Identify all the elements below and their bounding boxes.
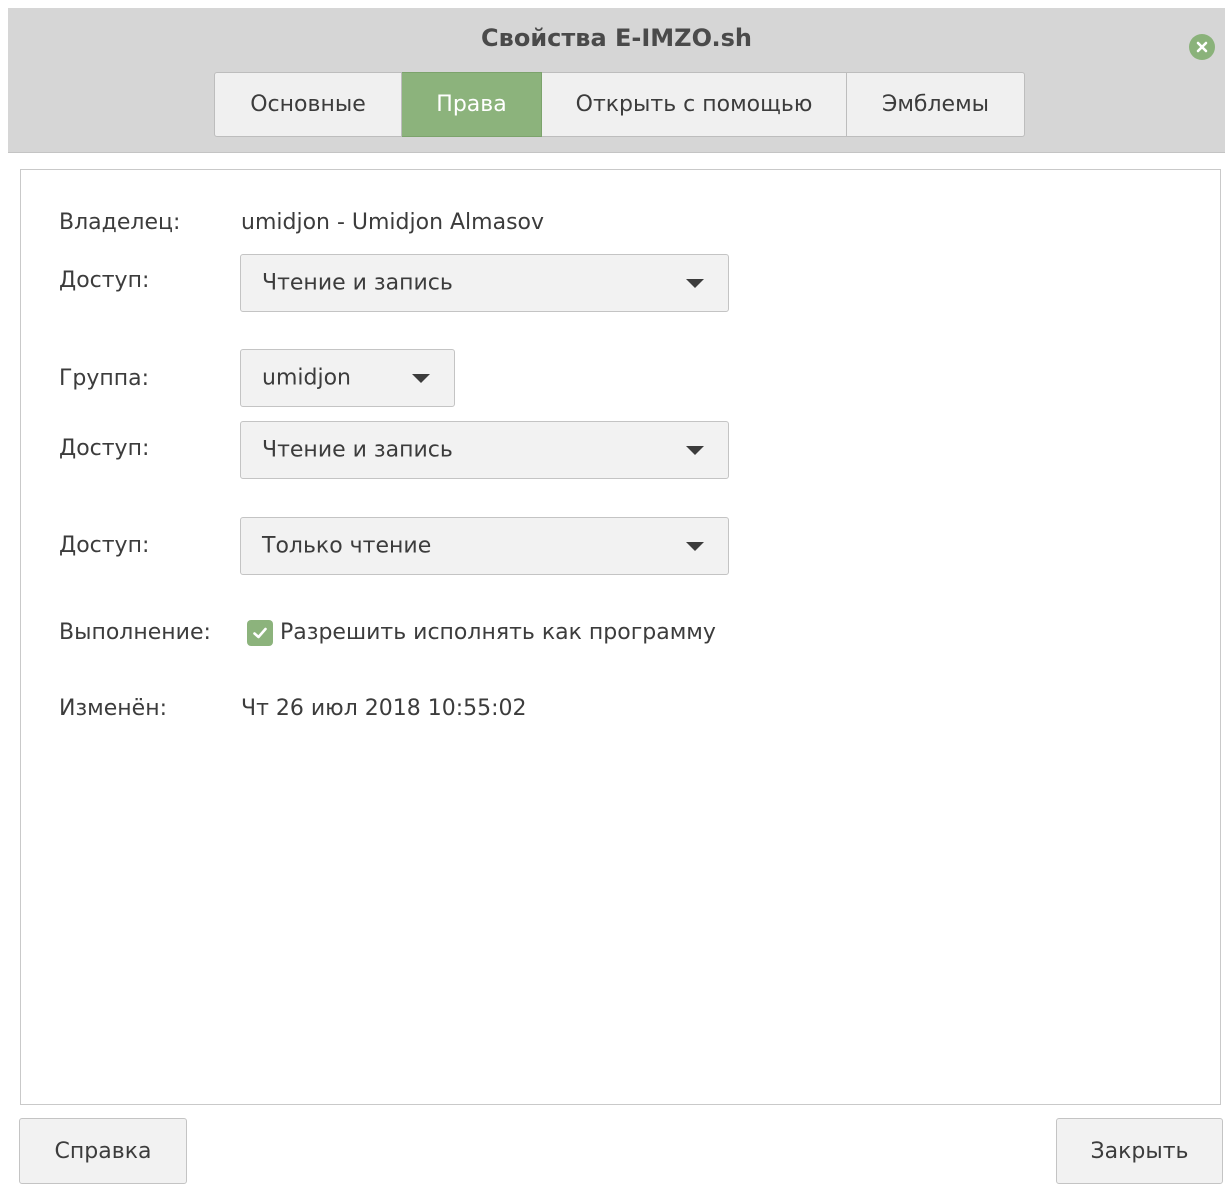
modified-label: Изменён: (59, 696, 168, 721)
others-access-dropdown[interactable]: Только чтение (240, 517, 729, 575)
owner-access-dropdown[interactable]: Чтение и запись (240, 254, 729, 312)
chevron-down-icon (686, 446, 704, 455)
tab-permissions[interactable]: Права (402, 72, 542, 137)
group-label: Группа: (59, 366, 150, 391)
owner-access-label: Доступ: (59, 268, 150, 293)
group-access-dropdown[interactable]: Чтение и запись (240, 421, 729, 479)
permissions-panel: Владелец: umidjon - Umidjon Almasov Дост… (20, 169, 1221, 1105)
group-value: umidjon (262, 365, 351, 391)
group-dropdown[interactable]: umidjon (240, 349, 455, 407)
tab-bar: Основные Права Открыть с помощью Эмблемы (214, 72, 1025, 139)
dialog-header: Свойства E-IMZO.sh Основные Права Открыт… (8, 8, 1225, 153)
chevron-down-icon (686, 542, 704, 551)
owner-value: umidjon - Umidjon Almasov (241, 210, 545, 235)
tab-basic[interactable]: Основные (214, 72, 402, 137)
group-access-value: Чтение и запись (262, 437, 453, 463)
others-access-value: Только чтение (262, 533, 432, 559)
properties-dialog: Свойства E-IMZO.sh Основные Права Открыт… (0, 0, 1225, 1188)
group-access-label: Доступ: (59, 436, 150, 461)
close-window-button[interactable] (1189, 34, 1215, 60)
owner-access-value: Чтение и запись (262, 270, 453, 296)
window-title: Свойства E-IMZO.sh (481, 24, 752, 52)
tab-open-with[interactable]: Открыть с помощью (542, 72, 847, 137)
tab-emblems[interactable]: Эмблемы (847, 72, 1025, 137)
modified-value: Чт 26 июл 2018 10:55:02 (241, 696, 527, 721)
execute-label: Выполнение: (59, 620, 211, 645)
owner-label: Владелец: (59, 210, 181, 235)
chevron-down-icon (412, 374, 430, 383)
execute-checkbox-label[interactable]: Разрешить исполнять как программу (280, 620, 716, 645)
others-access-label: Доступ: (59, 533, 150, 558)
close-icon (1196, 41, 1208, 53)
help-button[interactable]: Справка (19, 1118, 187, 1184)
execute-checkbox[interactable] (247, 620, 273, 646)
checkmark-icon (253, 627, 267, 639)
chevron-down-icon (686, 279, 704, 288)
close-button[interactable]: Закрыть (1056, 1118, 1223, 1184)
